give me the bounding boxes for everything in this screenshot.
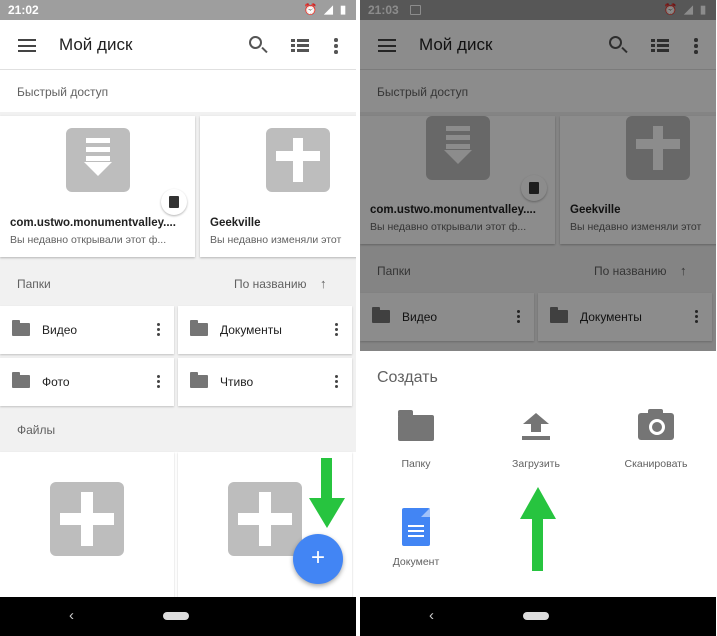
upload-button[interactable]: Загрузить: [491, 413, 581, 473]
file-card[interactable]: [0, 452, 174, 602]
app-bar: Мой диск: [0, 20, 356, 70]
folders-label: Папки: [17, 277, 51, 291]
plus-file-icon: [228, 482, 302, 556]
left-screen: 21:02 ⏰ ◢ ▮ Мой диск Быстрый доступ com.…: [0, 0, 356, 636]
card-subtitle: Вы недавно открывали этот ф...: [10, 234, 167, 246]
sheet-title: Создать: [377, 369, 438, 386]
quick-access-card[interactable]: com.ustwo.monumentvalley.... Вы недавно …: [0, 116, 195, 257]
folder-name: Фото: [42, 375, 70, 389]
files-label: Файлы: [17, 423, 56, 437]
annotation-arrow-down: [309, 458, 345, 528]
file-type-badge-icon: [161, 189, 187, 215]
folder-item[interactable]: Фото: [0, 358, 174, 406]
plus-file-icon: [50, 482, 124, 556]
status-time: 21:02: [8, 3, 39, 17]
menu-icon[interactable]: [18, 39, 36, 52]
folder-icon: [12, 372, 30, 388]
google-docs-icon: [402, 508, 430, 546]
download-file-icon: [66, 128, 130, 192]
upload-icon: [522, 413, 550, 443]
folder-item[interactable]: Видео: [0, 306, 174, 354]
folder-name: Документы: [220, 323, 282, 337]
more-options-icon[interactable]: [157, 323, 160, 338]
sort-arrow-icon[interactable]: ↑: [320, 276, 327, 291]
create-document-label: Документ: [392, 556, 440, 568]
folder-icon: [190, 372, 208, 388]
add-fab-button[interactable]: +: [293, 534, 343, 584]
card-thumbnail: [0, 116, 195, 203]
scan-button[interactable]: Сканировать: [611, 409, 701, 470]
list-view-icon[interactable]: [291, 39, 309, 52]
folder-name: Чтиво: [220, 375, 254, 389]
status-icons: ⏰ ◢ ▮: [303, 4, 348, 16]
home-icon[interactable]: [163, 612, 189, 620]
card-subtitle: Вы недавно изменяли этот: [210, 234, 342, 246]
create-folder-label: Папку: [401, 458, 431, 470]
more-options-icon[interactable]: [335, 323, 338, 338]
dim-overlay[interactable]: [360, 0, 716, 351]
folder-item[interactable]: Документы: [178, 306, 352, 354]
create-document-button[interactable]: Документ: [371, 508, 461, 568]
sort-button[interactable]: По названию: [234, 277, 307, 291]
card-title: Geekville: [210, 217, 261, 229]
back-icon[interactable]: ‹: [429, 607, 434, 624]
search-icon[interactable]: [249, 36, 262, 49]
right-screen: 21:03 ⏰ ◢ ▮ Мой диск Быстрый доступ com.…: [360, 0, 716, 636]
card-thumbnail: [200, 116, 356, 203]
page-title: Мой диск: [59, 35, 133, 54]
folder-icon: [12, 320, 30, 336]
navigation-bar: ‹: [0, 597, 356, 636]
folder-icon: [398, 410, 434, 441]
home-icon[interactable]: [523, 612, 549, 620]
navigation-bar: ‹: [360, 597, 716, 636]
more-options-icon[interactable]: [335, 375, 338, 390]
upload-label: Загрузить: [512, 458, 560, 470]
plus-file-icon: [266, 128, 330, 192]
folder-name: Видео: [42, 323, 78, 337]
more-options-icon[interactable]: [157, 375, 160, 390]
create-folder-button[interactable]: Папку: [371, 410, 461, 475]
scan-label: Сканировать: [624, 458, 688, 470]
quick-access-card[interactable]: Geekville Вы недавно изменяли этот: [200, 116, 356, 257]
back-icon[interactable]: ‹: [69, 607, 74, 624]
quick-access-label: Быстрый доступ: [17, 85, 109, 99]
more-options-icon[interactable]: [334, 38, 338, 54]
camera-icon: [638, 409, 674, 440]
folder-item[interactable]: Чтиво: [178, 358, 352, 406]
annotation-arrow-up: [520, 487, 556, 571]
status-bar: 21:02 ⏰ ◢ ▮: [0, 0, 356, 20]
folder-icon: [190, 320, 208, 336]
card-title: com.ustwo.monumentvalley....: [10, 217, 176, 229]
